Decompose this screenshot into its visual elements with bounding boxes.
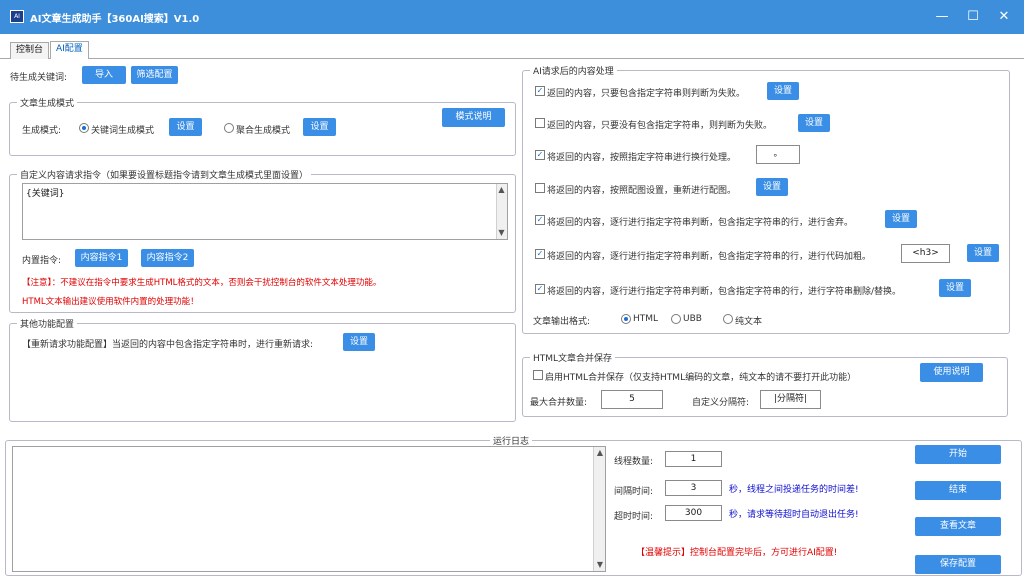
max-merge-input[interactable]: 5 bbox=[601, 390, 663, 409]
tab-divider bbox=[0, 58, 1024, 59]
title-bar: AI AI文章生成助手【360AI搜索】V1.0 — ☐ ✕ bbox=[0, 0, 1024, 34]
post-rule-6-settings-button[interactable]: 设置 bbox=[967, 244, 999, 262]
interval-label: 间隔时间: bbox=[614, 487, 654, 497]
timeout-input[interactable]: 300 bbox=[665, 505, 722, 521]
timeout-label: 超时时间: bbox=[614, 512, 654, 522]
close-button[interactable]: ✕ bbox=[994, 8, 1014, 26]
start-button[interactable]: 开始 bbox=[915, 445, 1001, 464]
post-rule-3-checkbox[interactable]: ✓ bbox=[535, 150, 545, 160]
post-rule-4-settings-button[interactable]: 设置 bbox=[756, 178, 788, 196]
output-format-label: 文章输出格式: bbox=[533, 317, 591, 327]
post-rule-4-checkbox[interactable] bbox=[535, 183, 545, 193]
thread-count-label: 线程数量: bbox=[614, 457, 654, 467]
log-scrollbar[interactable]: ▲ ▼ bbox=[593, 447, 605, 571]
run-log-textarea[interactable] bbox=[12, 446, 606, 572]
post-rule-2-checkbox[interactable] bbox=[535, 118, 545, 128]
post-rule-2-label: 返回的内容，只要没有包含指定字符串，则判断为失败。 bbox=[547, 121, 773, 131]
minimize-button[interactable]: — bbox=[932, 8, 952, 26]
post-rule-1-checkbox[interactable]: ✓ bbox=[535, 86, 545, 96]
keyword-label: 待生成关键词: bbox=[10, 73, 68, 83]
tab-console[interactable]: 控制台 bbox=[10, 42, 50, 59]
notice-text-2: HTML文本输出建议使用软件内置的处理功能！ bbox=[22, 297, 199, 307]
max-merge-label: 最大合并数量: bbox=[530, 398, 588, 408]
post-rule-5-settings-button[interactable]: 设置 bbox=[885, 210, 917, 228]
mode-group-title: 文章生成模式 bbox=[17, 96, 78, 109]
newline-separator-input[interactable]: 。 bbox=[756, 145, 800, 164]
timeout-hint: 秒，请求等待超时自动退出任务! bbox=[729, 510, 859, 520]
mode-explain-button[interactable]: 模式说明 bbox=[442, 108, 505, 127]
merge-usage-button[interactable]: 使用说明 bbox=[920, 363, 983, 382]
post-processing-group-title: AI请求后的内容处理 bbox=[530, 64, 617, 77]
post-rule-7-label: 将返回的内容，逐行进行指定字符串判断，包含指定字符串的行，进行字符串删除/替换。 bbox=[547, 287, 902, 297]
maximize-button[interactable]: ☐ bbox=[963, 8, 983, 26]
post-rule-2-settings-button[interactable]: 设置 bbox=[798, 114, 830, 132]
separator-label: 自定义分隔符: bbox=[692, 398, 750, 408]
post-rule-7-checkbox[interactable]: ✓ bbox=[535, 284, 545, 294]
builtin-instruction-1-button[interactable]: 内容指令1 bbox=[75, 249, 128, 267]
post-rule-6-checkbox[interactable]: ✓ bbox=[535, 249, 545, 259]
post-rule-1-label: 返回的内容，只要包含指定字符串则判断为失败。 bbox=[547, 89, 746, 99]
radio-format-html[interactable] bbox=[621, 314, 631, 324]
format-html-label: HTML bbox=[633, 314, 659, 324]
post-rule-6-label: 将返回的内容，逐行进行指定字符串判断，包含指定字符串的行，进行代码加粗。 bbox=[547, 252, 872, 262]
log-scroll-up-icon[interactable]: ▲ bbox=[594, 447, 606, 459]
interval-hint: 秒，线程之间投递任务的时间差! bbox=[729, 485, 859, 495]
enable-merge-checkbox[interactable] bbox=[533, 370, 543, 380]
thread-count-input[interactable]: 1 bbox=[665, 451, 722, 467]
tab-ai-config[interactable]: AI配置 bbox=[50, 41, 89, 59]
import-button[interactable]: 导入 bbox=[82, 66, 126, 84]
post-rule-7-settings-button[interactable]: 设置 bbox=[939, 279, 971, 297]
app-logo-icon: AI bbox=[10, 10, 24, 23]
radio-keyword-mode[interactable] bbox=[79, 123, 89, 133]
view-articles-button[interactable]: 查看文章 bbox=[915, 517, 1001, 536]
enable-merge-label: 启用HTML合并保存（仅支持HTML编码的文章，纯文本的请不要打开此功能） bbox=[545, 373, 857, 383]
tab-strip bbox=[0, 34, 1024, 58]
post-rule-5-checkbox[interactable]: ✓ bbox=[535, 215, 545, 225]
radio-format-ubb[interactable] bbox=[671, 314, 681, 324]
warm-tip: 【温馨提示】控制台配置完毕后，方可进行AI配置! bbox=[636, 548, 838, 558]
filter-config-button[interactable]: 筛选配置 bbox=[131, 66, 178, 84]
format-plain-label: 纯文本 bbox=[735, 317, 763, 327]
bold-tag-input[interactable]: <h3> bbox=[901, 244, 950, 263]
log-scroll-down-icon[interactable]: ▼ bbox=[594, 559, 606, 571]
merge-save-group-title: HTML文章合并保存 bbox=[530, 351, 616, 364]
textarea-scrollbar[interactable]: ▲ ▼ bbox=[496, 184, 507, 239]
aggregate-mode-label: 聚合生成模式 bbox=[236, 126, 291, 136]
custom-request-group-title: 自定义内容请求指令（如果要设置标题指令请到文章生成模式里面设置） bbox=[17, 168, 312, 181]
radio-aggregate-mode[interactable] bbox=[224, 123, 234, 133]
retry-settings-button[interactable]: 设置 bbox=[343, 333, 375, 351]
interval-input[interactable]: 3 bbox=[665, 480, 722, 496]
aggregate-mode-settings-button[interactable]: 设置 bbox=[303, 118, 336, 136]
keyword-mode-label: 关键词生成模式 bbox=[91, 126, 155, 136]
scroll-down-icon[interactable]: ▼ bbox=[496, 227, 507, 239]
save-config-button[interactable]: 保存配置 bbox=[915, 555, 1001, 574]
format-ubb-label: UBB bbox=[683, 314, 702, 324]
retry-config-text: 【重新请求功能配置】当返回的内容中包含指定字符串时，进行重新请求: bbox=[22, 340, 314, 350]
stop-button[interactable]: 结束 bbox=[915, 481, 1001, 500]
notice-text-1: 【注意】：不建议在指令中要求生成HTML格式的文本，否则会干扰控制台的软件文本处… bbox=[22, 278, 382, 288]
post-rule-4-label: 将返回的内容，按照配图设置，重新进行配图。 bbox=[547, 186, 737, 196]
scroll-up-icon[interactable]: ▲ bbox=[496, 184, 507, 196]
other-function-group-title: 其他功能配置 bbox=[17, 317, 78, 330]
post-rule-1-settings-button[interactable]: 设置 bbox=[767, 82, 799, 100]
post-rule-3-label: 将返回的内容，按照指定字符串进行换行处理。 bbox=[547, 153, 737, 163]
separator-input[interactable]: |分隔符| bbox=[760, 390, 821, 409]
keyword-mode-settings-button[interactable]: 设置 bbox=[169, 118, 202, 136]
mode-label: 生成模式: bbox=[22, 126, 62, 136]
window-title: AI文章生成助手【360AI搜索】V1.0 bbox=[30, 14, 200, 25]
builtin-instruction-2-button[interactable]: 内容指令2 bbox=[141, 249, 194, 267]
radio-format-plain[interactable] bbox=[723, 314, 733, 324]
post-rule-5-label: 将返回的内容，逐行进行指定字符串判断，包含指定字符串的行，进行舍弃。 bbox=[547, 218, 854, 228]
request-instruction-textarea[interactable]: {关键词} bbox=[22, 183, 508, 240]
builtin-label: 内置指令: bbox=[22, 256, 62, 266]
